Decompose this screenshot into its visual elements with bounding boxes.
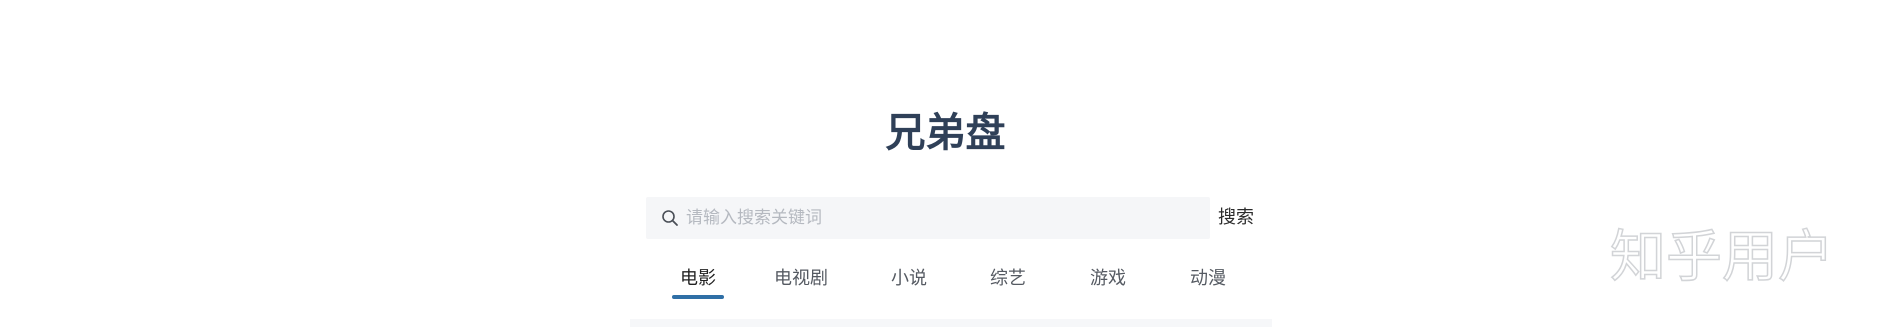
tab-movie[interactable]: 电影 <box>672 262 724 302</box>
tab-label: 综艺 <box>990 268 1026 289</box>
tab-novel[interactable]: 小说 <box>889 262 929 302</box>
results-panel-edge <box>630 319 1272 327</box>
tab-label: 动漫 <box>1190 268 1226 289</box>
tab-games[interactable]: 游戏 <box>1088 262 1128 302</box>
tab-variety[interactable]: 综艺 <box>988 262 1028 302</box>
tab-anime[interactable]: 动漫 <box>1188 262 1228 302</box>
tab-tv-series[interactable]: 电视剧 <box>773 262 829 302</box>
search-icon <box>662 210 678 226</box>
tab-label: 小说 <box>891 268 927 289</box>
tab-label: 电影 <box>680 268 716 289</box>
watermark: 知乎用户 <box>1609 225 1835 291</box>
search-bar[interactable] <box>646 197 1210 239</box>
category-tabs: 电影 电视剧 小说 综艺 游戏 动漫 <box>0 262 1891 312</box>
tab-label: 电视剧 <box>774 268 828 289</box>
tab-label: 游戏 <box>1090 268 1126 289</box>
active-tab-indicator <box>672 295 724 299</box>
page: 兄弟盘 搜索 电影 电视剧 小说 综艺 游戏 动漫 知乎用户 <box>0 0 1891 327</box>
search-input[interactable] <box>686 197 1196 239</box>
site-title: 兄弟盘 <box>885 110 1006 156</box>
search-button[interactable]: 搜索 <box>1218 197 1254 239</box>
